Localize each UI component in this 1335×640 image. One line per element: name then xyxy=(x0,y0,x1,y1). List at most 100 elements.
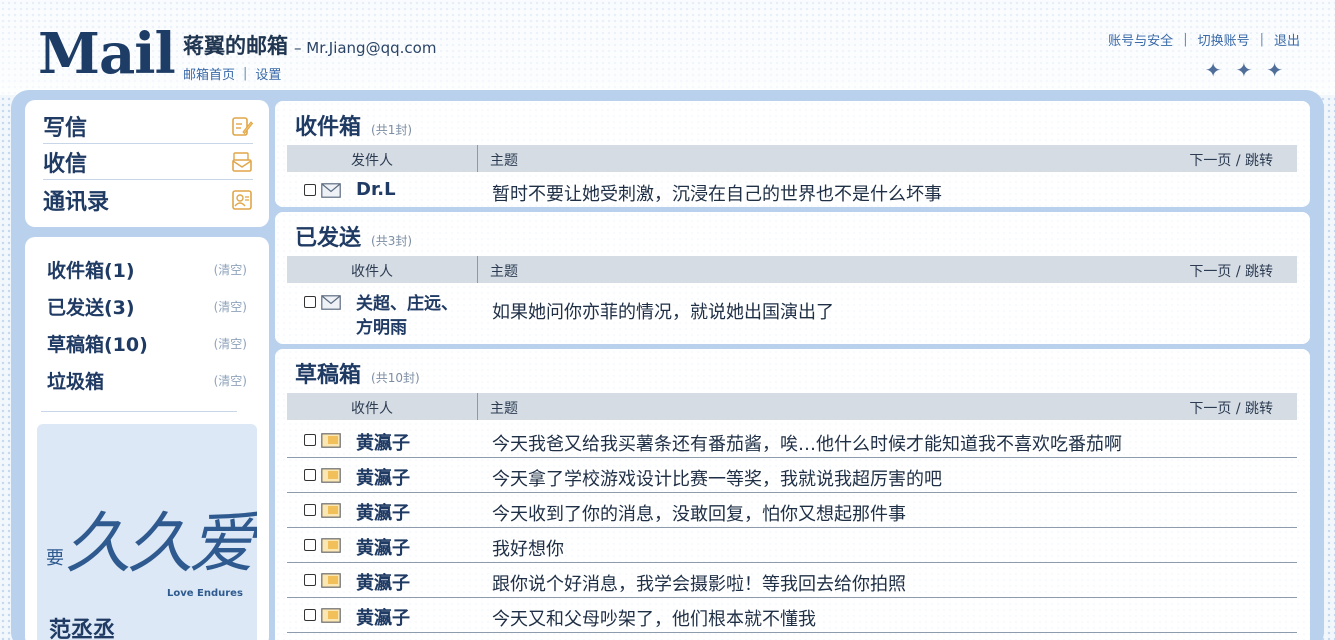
sent-panel: 已发送 (共3封) 收件人 主题 下一页 / 跳转 关超、庄远、 方明雨 如果她… xyxy=(275,212,1310,344)
recipient-name: 黄瀛子 xyxy=(356,538,410,559)
panel-title: 草稿箱 (共10封) xyxy=(295,357,420,389)
envelope-read-icon xyxy=(321,183,341,198)
separator: | xyxy=(243,66,248,81)
column-header: 收件人 主题 下一页 / 跳转 xyxy=(287,256,1297,283)
inbox-panel: 收件箱 (共1封) 发件人 主题 下一页 / 跳转 Dr.L 暂时不要让她受刺激… xyxy=(275,101,1310,207)
mail-subject[interactable]: 今天我爸又给我买薯条还有番茄酱，唉…他什么时候才能知道我不喜欢吃番茄啊 xyxy=(492,430,1122,456)
column-sender: 发件人 xyxy=(351,153,393,169)
mail-subject[interactable]: 跟你说个好消息，我学会摄影啦！等我回去给你拍照 xyxy=(492,570,906,596)
mail-subject[interactable]: 我好想你 xyxy=(492,535,564,561)
sidebar-item-compose[interactable]: 写信 xyxy=(43,108,253,144)
recipient-name: 黄瀛子 xyxy=(356,608,410,629)
separator: | xyxy=(1259,32,1264,47)
draft-row[interactable]: 黄瀛子 今天拿了学校游戏设计比赛一等奖，我就说我超厉害的吧 xyxy=(287,458,1297,493)
draft-mail-icon xyxy=(321,608,341,623)
column-recipient: 收件人 xyxy=(351,401,393,417)
envelope-read-icon xyxy=(321,295,341,310)
drafts-panel: 草稿箱 (共10封) 收件人 主题 下一页 / 跳转 黄瀛子 今天我爸又给我买薯… xyxy=(275,349,1310,640)
compose-icon xyxy=(232,116,253,136)
draft-mail-icon xyxy=(321,503,341,518)
account-links: 账号与安全 | 切换账号 | 退出 xyxy=(1108,30,1300,49)
sidebar-item-receive[interactable]: 收信 xyxy=(43,144,253,180)
inbox-title: 收件箱 xyxy=(295,115,362,140)
clear-folder-link[interactable]: (清空) xyxy=(214,372,247,389)
sparkle-decoration: ✦ ✦ ✦ xyxy=(1205,58,1283,82)
sidebar-nav: 写信 收信 通讯录 xyxy=(25,100,269,227)
mail-subject[interactable]: 如果她问你亦菲的情况，就说她出国演出了 xyxy=(492,298,834,324)
clear-folder-link[interactable]: (清空) xyxy=(214,261,247,278)
separator: | xyxy=(1183,32,1188,47)
column-divider xyxy=(477,256,478,283)
recipient-names-line1: 关超、庄远、 xyxy=(356,294,458,314)
select-checkbox[interactable] xyxy=(304,469,316,481)
select-checkbox[interactable] xyxy=(304,434,316,446)
promo-card: 要 久久爱 Love Endures 范丞丞 xyxy=(37,424,257,640)
draft-row[interactable]: 黄瀛子 今天又和父母吵架了，他们根本就不懂我 xyxy=(287,598,1297,633)
draft-row[interactable]: 黄瀛子 今天我爸又给我买薯条还有番茄酱，唉…他什么时候才能知道我不喜欢吃番茄啊 xyxy=(287,423,1297,458)
column-divider xyxy=(477,393,478,420)
mail-subject[interactable]: 今天又和父母吵架了，他们根本就不懂我 xyxy=(492,605,816,631)
switch-account-link[interactable]: 切换账号 xyxy=(1198,30,1250,49)
column-header: 收件人 主题 下一页 / 跳转 xyxy=(287,393,1297,420)
promo-name: 范丞丞 xyxy=(49,618,116,640)
header-links: 邮箱首页 | 设置 xyxy=(183,64,281,83)
logout-link[interactable]: 退出 xyxy=(1274,30,1300,49)
select-checkbox[interactable] xyxy=(304,574,316,586)
recipient-name: 黄瀛子 xyxy=(356,468,410,489)
divider xyxy=(41,411,237,412)
sent-title: 已发送 xyxy=(295,226,362,251)
mailbox-home-link[interactable]: 邮箱首页 xyxy=(183,64,235,83)
sender-name: Dr.L xyxy=(356,179,396,200)
mail-row[interactable]: 关超、庄远、 方明雨 如果她问你亦菲的情况，就说她出国演出了 xyxy=(287,286,1297,340)
sidebar-item-label: 通讯录 xyxy=(43,190,110,215)
column-subject: 主题 xyxy=(490,401,518,417)
panel-title: 收件箱 (共1封) xyxy=(295,109,412,141)
folder-label: 已发送(3) xyxy=(47,296,135,319)
owner-email: – Mr.Jiang@qq.com xyxy=(294,39,437,57)
mailbox-owner: 蒋翼的邮箱 – Mr.Jiang@qq.com xyxy=(183,30,436,60)
column-divider xyxy=(477,145,478,172)
select-checkbox[interactable] xyxy=(304,296,316,308)
clear-folder-link[interactable]: (清空) xyxy=(214,335,247,352)
settings-link[interactable]: 设置 xyxy=(255,64,281,83)
pager-link[interactable]: 下一页 / 跳转 xyxy=(1189,398,1273,418)
mail-subject[interactable]: 今天收到了你的消息，没敢回复，怕你又想起那件事 xyxy=(492,500,906,526)
clear-folder-link[interactable]: (清空) xyxy=(214,298,247,315)
sparkle-icon: ✦ xyxy=(1235,58,1253,82)
column-header: 发件人 主题 下一页 / 跳转 xyxy=(287,145,1297,172)
panel-title: 已发送 (共3封) xyxy=(295,220,412,252)
folder-sent[interactable]: 已发送(3) (清空) xyxy=(47,291,247,321)
promo-title: 久久爱 xyxy=(65,505,255,582)
drafts-count: (共10封) xyxy=(371,371,420,385)
sparkle-icon: ✦ xyxy=(1204,58,1222,82)
mail-subject[interactable]: 今天拿了学校游戏设计比赛一等奖，我就说我超厉害的吧 xyxy=(492,465,942,491)
folder-label: 收件箱(1) xyxy=(47,259,135,282)
folder-label: 垃圾箱 xyxy=(47,370,105,393)
mail-subject[interactable]: 暂时不要让她受刺激，沉浸在自己的世界也不是什么坏事 xyxy=(492,180,942,206)
recipient-names-line2: 方明雨 xyxy=(356,318,407,338)
select-checkbox[interactable] xyxy=(304,539,316,551)
draft-row[interactable]: 黄瀛子 我好想你 xyxy=(287,528,1297,563)
sent-count: (共3封) xyxy=(371,234,413,248)
column-subject: 主题 xyxy=(490,264,518,280)
sparkle-icon: ✦ xyxy=(1266,58,1283,82)
select-checkbox[interactable] xyxy=(304,504,316,516)
owner-name: 蒋翼的邮箱 xyxy=(183,34,288,58)
draft-row[interactable]: 黄瀛子 今天收到了你的消息，没敢回复，怕你又想起那件事 xyxy=(287,493,1297,528)
sidebar-item-label: 写信 xyxy=(43,115,88,141)
pager-link[interactable]: 下一页 / 跳转 xyxy=(1189,261,1273,281)
draft-row[interactable]: 黄瀛子 跟你说个好消息，我学会摄影啦！等我回去给你拍照 xyxy=(287,563,1297,598)
recipient-name: 黄瀛子 xyxy=(356,573,410,594)
select-checkbox[interactable] xyxy=(304,609,316,621)
folder-trash[interactable]: 垃圾箱 (清空) xyxy=(47,365,247,395)
draft-mail-icon xyxy=(321,433,341,448)
mail-row[interactable]: Dr.L 暂时不要让她受刺激，沉浸在自己的世界也不是什么坏事 xyxy=(287,173,1297,208)
folder-drafts[interactable]: 草稿箱(10) (清空) xyxy=(47,328,247,358)
select-checkbox[interactable] xyxy=(304,184,316,196)
recipient-name: 黄瀛子 xyxy=(356,503,410,524)
account-security-link[interactable]: 账号与安全 xyxy=(1108,30,1173,49)
folder-inbox[interactable]: 收件箱(1) (清空) xyxy=(47,254,247,284)
pager-link[interactable]: 下一页 / 跳转 xyxy=(1189,150,1273,170)
sidebar-item-contacts[interactable]: 通讯录 xyxy=(43,182,253,218)
draft-mail-icon xyxy=(321,468,341,483)
